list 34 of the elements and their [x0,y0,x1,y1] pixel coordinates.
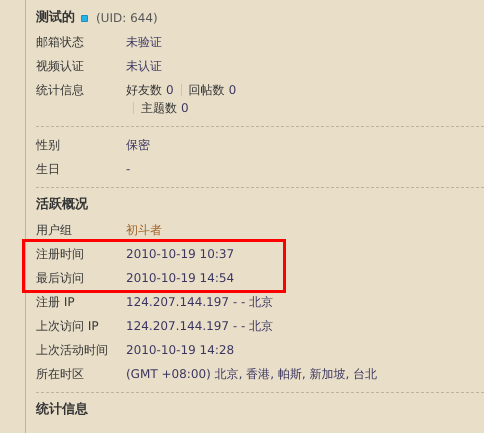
stat-label: 回帖数 [188,82,225,98]
section-title: 活跃概况 [36,196,89,214]
field-value: 保密 [126,137,150,153]
field-value: 2010-10-19 14:28 [126,342,234,358]
user-group-link[interactable]: 初斗者 [126,222,162,238]
uid-text: (UID: 644) [96,10,158,26]
stat-value: 0 [166,82,174,98]
field-value: 2010-10-19 10:37 [126,246,234,262]
field-value: 124.207.144.197 - - 北京 [126,318,274,334]
section-title: 统计信息 [36,400,89,419]
field-label: 最后访问 [36,270,85,286]
stat-value: 0 [181,100,189,116]
field-value: - [126,161,130,177]
field-label: 所在时区 [36,366,85,382]
status-icon [81,14,88,22]
field-label: 统计信息 [36,82,85,98]
field-label: 生日 [36,161,61,177]
field-value: 124.207.144.197 - - 北京 [126,294,274,310]
field-label: 注册 IP [36,294,76,310]
field-value: (GMT +08:00) 北京, 香港, 帕斯, 新加坡, 台北 [126,366,378,382]
field-value: 未验证 [126,34,162,50]
field-label: 上次访问 IP [36,318,100,334]
stat-label: 好友数 [126,82,162,98]
stat-label: 主题数 [141,100,177,116]
field-label: 上次活动时间 [36,342,109,358]
stat-value: 0 [228,82,236,98]
field-label: 用户组 [36,222,73,238]
field-label: 性别 [36,137,61,153]
field-value: 2010-10-19 14:54 [126,270,234,286]
profile-name: 测试的 [36,10,75,26]
field-label: 视频认证 [36,58,85,74]
field-label: 注册时间 [36,246,85,262]
field-value: 未认证 [126,58,162,74]
field-label: 邮箱状态 [36,34,85,50]
